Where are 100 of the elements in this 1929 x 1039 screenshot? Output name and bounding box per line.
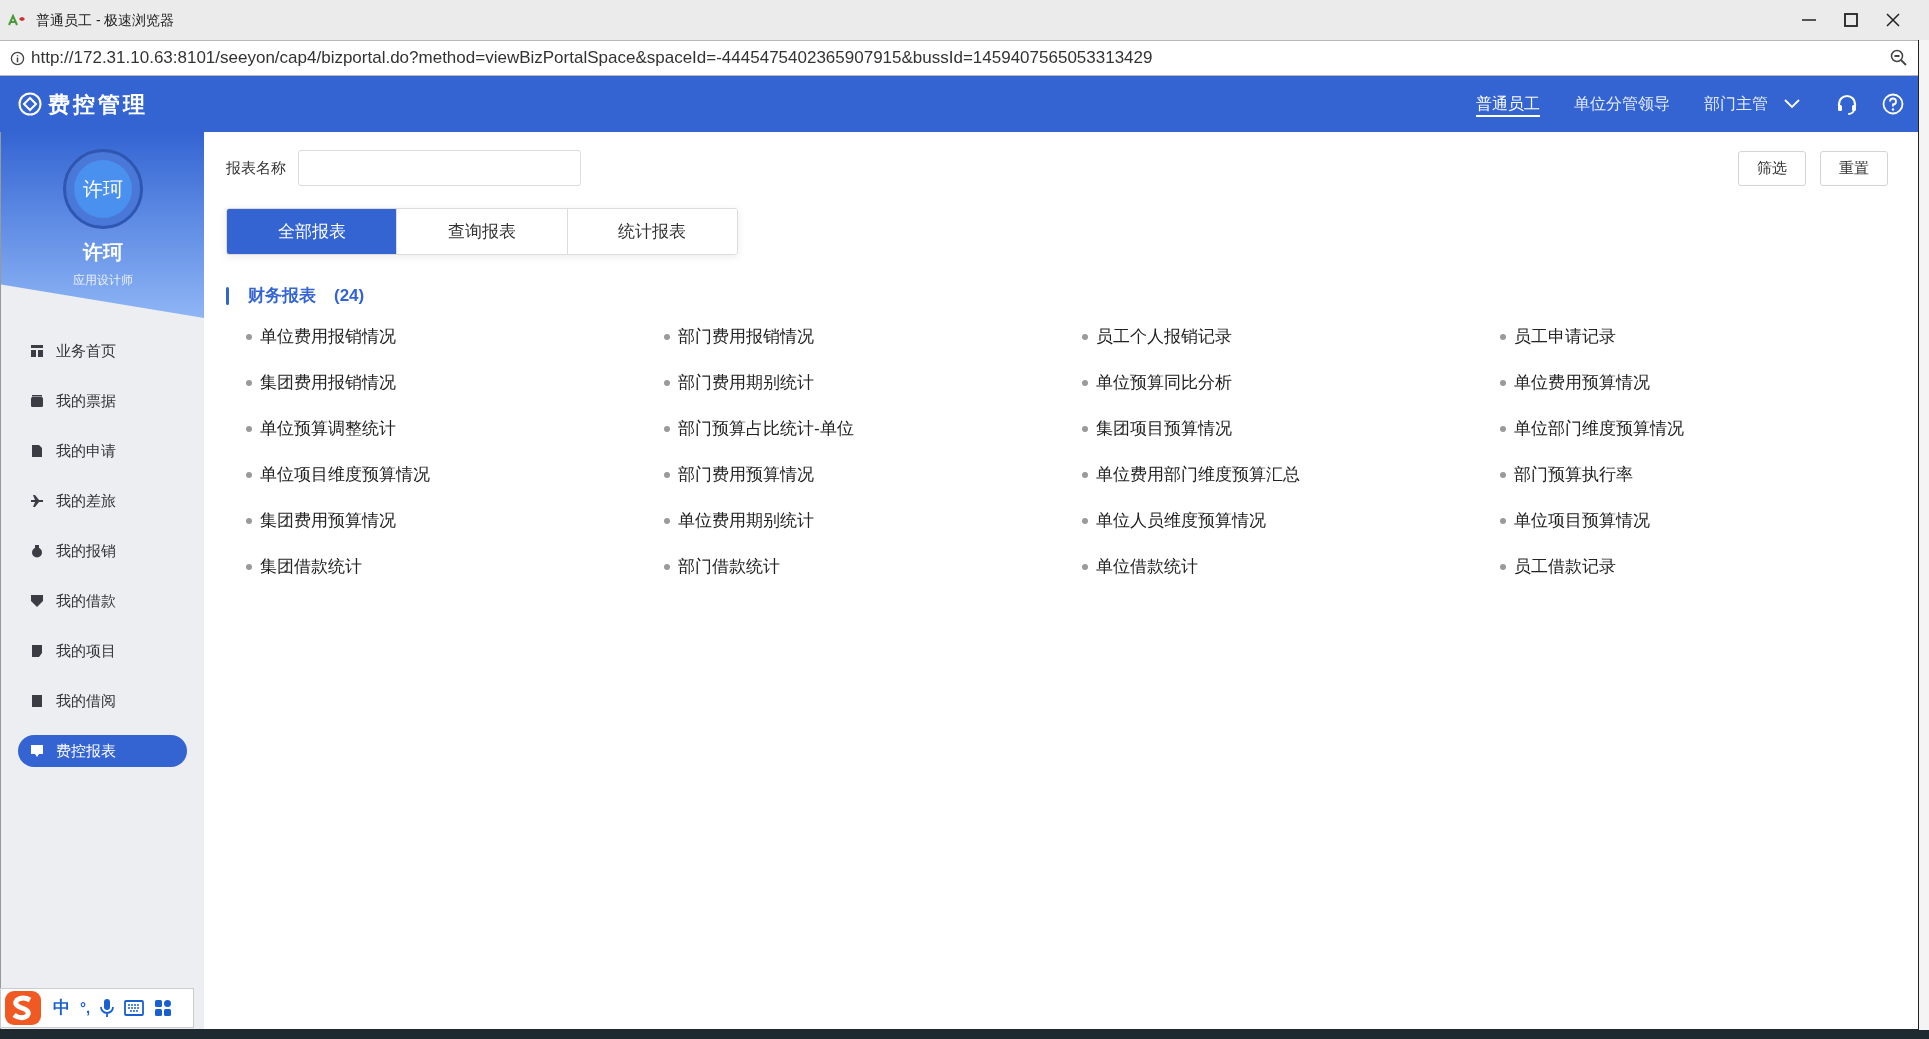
sidebar-item[interactable]: 我的报销 [18, 535, 187, 567]
menu-icon [30, 644, 44, 658]
report-link[interactable]: 部门费用期别统计 [678, 369, 814, 396]
bullet-icon [1500, 471, 1506, 478]
avatar: 许珂 [73, 160, 132, 218]
role-tab[interactable]: 部门主管 [1704, 92, 1768, 116]
report-link[interactable]: 员工个人报销记录 [1096, 323, 1232, 350]
app-title: 费控管理 [48, 90, 148, 119]
report-link[interactable]: 集团费用报销情况 [260, 369, 396, 396]
report-link[interactable]: 集团借款统计 [260, 553, 362, 580]
menu-icon [30, 344, 44, 358]
punctuation-toggle[interactable]: °, [80, 996, 91, 1020]
report-link[interactable]: 单位部门维度预算情况 [1514, 415, 1684, 442]
menu-icon [30, 494, 44, 508]
report-link[interactable]: 员工借款记录 [1514, 553, 1616, 580]
bullet-icon [1082, 333, 1088, 340]
bullet-icon [1082, 425, 1088, 432]
section-marker [226, 286, 229, 305]
bullet-icon [1082, 379, 1088, 386]
sidebar-item[interactable]: 我的差旅 [18, 485, 187, 517]
menu-icon [30, 444, 44, 458]
report-link[interactable]: 部门预算占比统计-单位 [678, 415, 854, 442]
sidebar-item[interactable]: 我的申请 [18, 435, 187, 467]
close-icon[interactable] [1885, 12, 1901, 28]
report-tab[interactable]: 统计报表 [566, 209, 737, 254]
report-count: (24) [334, 285, 365, 307]
headset-icon[interactable] [1836, 93, 1858, 115]
ime-logo-icon[interactable] [3, 989, 43, 1027]
menu-icon [30, 544, 44, 558]
sidebar-item[interactable]: 我的借款 [18, 585, 187, 617]
apps-grid-icon[interactable] [154, 999, 173, 1017]
bullet-icon [664, 379, 670, 386]
sidebar-item[interactable]: 我的项目 [18, 635, 187, 667]
report-link[interactable]: 部门费用报销情况 [678, 323, 814, 350]
info-icon[interactable] [10, 50, 25, 66]
user-name: 许珂 [82, 240, 123, 265]
bullet-icon [664, 333, 670, 340]
sidebar-item[interactable]: 我的票据 [18, 385, 187, 417]
chinese-mode-toggle[interactable]: 中 [53, 995, 70, 1021]
report-link[interactable]: 集团费用预算情况 [260, 507, 396, 534]
sidebar-item[interactable]: 费控报表 [18, 735, 187, 767]
bullet-icon [246, 333, 252, 340]
sidebar-item[interactable]: 我的借阅 [18, 685, 187, 717]
bullet-icon [1500, 517, 1506, 524]
report-tab[interactable]: 查询报表 [396, 209, 567, 254]
reset-button[interactable]: 重置 [1820, 150, 1888, 186]
menu-icon [30, 744, 44, 758]
bullet-icon [664, 471, 670, 478]
report-link[interactable]: 单位人员维度预算情况 [1096, 507, 1266, 534]
section-title: 财务报表 [248, 285, 316, 307]
role-tab[interactable]: 普通员工 [1476, 92, 1540, 116]
report-link[interactable]: 部门费用预算情况 [678, 461, 814, 488]
microphone-icon[interactable] [100, 998, 115, 1018]
user-role: 应用设计师 [72, 272, 133, 289]
filter-button[interactable]: 筛选 [1738, 150, 1806, 186]
report-link[interactable]: 部门借款统计 [678, 553, 780, 580]
bullet-icon [246, 379, 252, 386]
bullet-icon [1500, 379, 1506, 386]
maximize-icon[interactable] [1843, 12, 1859, 28]
report-link[interactable]: 员工申请记录 [1514, 323, 1616, 350]
menu-icon [30, 694, 44, 708]
report-link[interactable]: 单位预算同比分析 [1096, 369, 1232, 396]
report-link[interactable]: 单位费用报销情况 [260, 323, 396, 350]
menu-icon [30, 394, 44, 408]
bullet-icon [246, 471, 252, 478]
keyboard-icon[interactable] [124, 1000, 145, 1016]
role-tab[interactable]: 单位分管领导 [1574, 92, 1670, 116]
zoom-out-icon[interactable] [1890, 49, 1908, 67]
report-link[interactable]: 单位借款统计 [1096, 553, 1198, 580]
bullet-icon [246, 563, 252, 570]
chevron-down-icon[interactable] [1784, 99, 1800, 109]
help-icon[interactable] [1882, 93, 1904, 115]
report-link[interactable]: 部门预算执行率 [1514, 461, 1633, 488]
report-link[interactable]: 单位项目预算情况 [1514, 507, 1650, 534]
sidebar-item[interactable]: 业务首页 [18, 335, 187, 367]
app-logo-icon [18, 92, 42, 116]
report-link[interactable]: 集团项目预算情况 [1096, 415, 1232, 442]
bullet-icon [246, 425, 252, 432]
bullet-icon [664, 563, 670, 570]
bullet-icon [1500, 425, 1506, 432]
browser-logo-icon [8, 14, 28, 26]
address-bar[interactable]: http://172.31.10.63:8101/seeyon/cap4/bizportal.do?method=viewBizPortalSpace&spaceId=-4445475402365907915&bussId=1459407565053313429 [0, 40, 1918, 76]
report-link[interactable]: 单位费用期别统计 [678, 507, 814, 534]
bullet-icon [1082, 471, 1088, 478]
url-text[interactable]: http://172.31.10.63:8101/seeyon/cap4/bizportal.do?method=viewBizPortalSpace&spaceId=-4445475402365907915&bussId=1459407565053313429 [31, 45, 1153, 71]
report-name-input[interactable] [298, 150, 581, 186]
menu-icon [30, 594, 44, 608]
report-link[interactable]: 单位费用预算情况 [1514, 369, 1650, 396]
window-title: 普通员工 - 极速浏览器 [36, 10, 175, 30]
report-link[interactable]: 单位项目维度预算情况 [260, 461, 430, 488]
bullet-icon [1082, 563, 1088, 570]
report-link[interactable]: 单位费用部门维度预算汇总 [1096, 461, 1300, 488]
bullet-icon [246, 517, 252, 524]
bullet-icon [1082, 517, 1088, 524]
report-tab[interactable]: 全部报表 [227, 209, 397, 254]
filter-label: 报表名称 [226, 157, 286, 178]
bullet-icon [1500, 563, 1506, 570]
bullet-icon [664, 517, 670, 524]
report-link[interactable]: 单位预算调整统计 [260, 415, 396, 442]
bullet-icon [1500, 333, 1506, 340]
